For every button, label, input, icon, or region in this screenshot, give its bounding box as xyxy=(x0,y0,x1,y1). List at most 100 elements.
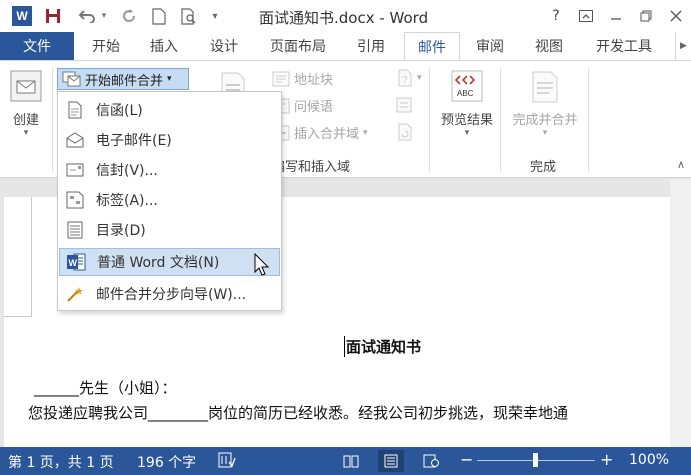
tab-design[interactable]: 设计 xyxy=(198,32,250,60)
menu-item-label: 普通 Word 文档(N) xyxy=(97,255,220,271)
menu-item-label: 标签(A)... xyxy=(96,193,158,209)
page-count[interactable]: 第 1 页，共 1 页 xyxy=(8,452,114,472)
group-label-finish: 完成 xyxy=(530,160,557,175)
tab-references[interactable]: 引用 xyxy=(345,32,397,60)
new-doc-icon[interactable] xyxy=(148,5,170,27)
address-block-button[interactable]: 地址块 xyxy=(272,69,333,88)
finish-merge-dropdown-icon: ▾ xyxy=(542,128,548,138)
tab-page-layout[interactable]: 页面布局 xyxy=(258,32,338,60)
update-labels-button[interactable] xyxy=(395,123,413,141)
tab-developer[interactable]: 开发工具 xyxy=(584,32,664,60)
svg-text:ABC: ABC xyxy=(457,89,474,98)
print-layout-icon[interactable] xyxy=(378,450,404,472)
mouse-cursor-icon xyxy=(254,253,270,276)
finish-merge-icon xyxy=(532,71,558,103)
help-button[interactable]: ? xyxy=(541,0,571,32)
rules-button[interactable]: ? ▾ xyxy=(395,69,422,87)
customize-qat-icon[interactable]: ▾ xyxy=(204,5,226,27)
menu-item-labels[interactable]: 标签(A)... xyxy=(59,186,280,214)
title-bar: W ▾ ▾ 面试通知书.docx - Word ? xyxy=(0,0,691,32)
undo-dropdown-icon[interactable]: ▾ xyxy=(98,5,110,27)
menu-item-step-by-step-wizard[interactable]: 邮件合并分步向导(W)... xyxy=(59,280,280,308)
start-merge-dropdown-icon: ▾ xyxy=(167,74,172,84)
menu-item-label: 电子邮件(E) xyxy=(96,133,172,149)
create-label: 创建 xyxy=(12,113,39,128)
create-dropdown-icon: ▾ xyxy=(23,128,29,138)
word-doc-icon: W xyxy=(66,252,86,272)
address-block-icon xyxy=(272,71,290,86)
window-controls: ? xyxy=(541,0,691,32)
tab-mailings[interactable]: 邮件 xyxy=(404,32,460,61)
menu-item-envelopes[interactable]: 信封(V)... xyxy=(59,156,280,184)
group-separator xyxy=(500,67,501,173)
menu-item-directory[interactable]: 目录(D) xyxy=(59,216,280,244)
tab-insert[interactable]: 插入 xyxy=(138,32,190,60)
web-layout-icon[interactable] xyxy=(418,450,444,472)
zoom-out-button[interactable]: − xyxy=(460,450,473,469)
word-count[interactable]: 196 个字 xyxy=(137,452,196,472)
undo-icon[interactable] xyxy=(76,5,98,27)
tab-scroll-right-icon[interactable]: ▶ xyxy=(675,32,691,60)
redo-icon[interactable] xyxy=(118,5,140,27)
document-body-line: 您投递应聘我公司________岗位的简历已经收悉。经我公司初步挑选，现荣幸地通 xyxy=(28,404,569,422)
match-fields-button[interactable] xyxy=(395,96,413,114)
wizard-icon xyxy=(65,284,85,304)
zoom-level[interactable]: 100% xyxy=(629,452,669,468)
document-heading: 面试通知书 xyxy=(344,336,422,357)
email-icon xyxy=(65,130,85,150)
finish-merge-button[interactable]: 完成并合并 ▾ xyxy=(506,69,584,138)
greeting-line-label: 问候语 xyxy=(294,100,334,115)
envelope-icon xyxy=(65,160,85,180)
rules-dropdown-icon: ▾ xyxy=(417,73,422,83)
minimize-icon[interactable] xyxy=(601,0,631,32)
restore-icon[interactable] xyxy=(631,0,661,32)
group-separator xyxy=(588,67,589,173)
vertical-scrollbar[interactable] xyxy=(670,179,691,447)
menu-item-email[interactable]: 电子邮件(E) xyxy=(59,126,280,154)
menu-item-label: 信封(V)... xyxy=(96,163,158,179)
start-merge-icon xyxy=(62,71,81,87)
insert-merge-field-dropdown-icon: ▾ xyxy=(363,127,368,138)
proofing-icon[interactable] xyxy=(218,452,236,472)
create-button[interactable]: 创建 ▾ xyxy=(6,69,46,138)
print-preview-icon[interactable] xyxy=(178,5,200,27)
tab-view[interactable]: 视图 xyxy=(523,32,575,60)
tab-file[interactable]: 文件 xyxy=(0,32,74,60)
preview-dropdown-icon: ▾ xyxy=(464,128,470,138)
preview-results-label: 预览结果 xyxy=(440,113,493,128)
group-separator xyxy=(52,67,53,173)
menu-item-normal-word-document[interactable]: W 普通 Word 文档(N) xyxy=(59,248,280,276)
svg-text:?: ? xyxy=(402,75,408,86)
letter-icon xyxy=(65,100,85,120)
group-separator xyxy=(429,67,430,173)
rules-icon: ? xyxy=(398,69,412,87)
address-block-label: 地址块 xyxy=(294,73,334,88)
menu-item-label: 邮件合并分步向导(W)... xyxy=(96,287,247,303)
zoom-slider-thumb[interactable] xyxy=(533,453,538,467)
tab-review[interactable]: 审阅 xyxy=(464,32,516,60)
insert-merge-field-button[interactable]: 插入合并域 ▾ xyxy=(272,123,368,142)
menu-item-letters[interactable]: 信函(L) xyxy=(59,96,280,124)
tab-home[interactable]: 开始 xyxy=(80,32,132,60)
update-labels-icon xyxy=(398,123,412,141)
start-mail-merge-button[interactable]: 开始邮件合并 ▾ xyxy=(57,68,189,90)
menu-item-label: 目录(D) xyxy=(96,223,146,239)
label-icon xyxy=(65,190,85,210)
menu-item-label: 信函(L) xyxy=(96,103,143,119)
zoom-in-button[interactable]: + xyxy=(600,450,613,469)
group-label-write-insert: 编写和插入域 xyxy=(272,160,351,175)
preview-results-button[interactable]: ABC 预览结果 ▾ xyxy=(436,69,498,138)
save-icon[interactable] xyxy=(42,5,64,27)
page-margin-corner xyxy=(4,197,32,317)
collapse-ribbon-icon[interactable]: ∧ xyxy=(677,158,685,171)
ribbon-display-options-icon[interactable] xyxy=(571,0,601,32)
read-mode-icon[interactable] xyxy=(338,450,364,472)
finish-merge-label: 完成并合并 xyxy=(512,113,578,128)
close-icon[interactable] xyxy=(661,0,691,32)
word-logo-icon[interactable]: W xyxy=(12,6,32,26)
document-title: 面试通知书.docx - Word xyxy=(259,9,429,27)
match-fields-icon xyxy=(396,97,412,113)
start-merge-label: 开始邮件合并 xyxy=(85,73,164,89)
status-bar: 第 1 页，共 1 页 196 个字 − + 100% xyxy=(0,447,691,475)
insert-merge-field-label: 插入合并域 xyxy=(294,127,360,142)
